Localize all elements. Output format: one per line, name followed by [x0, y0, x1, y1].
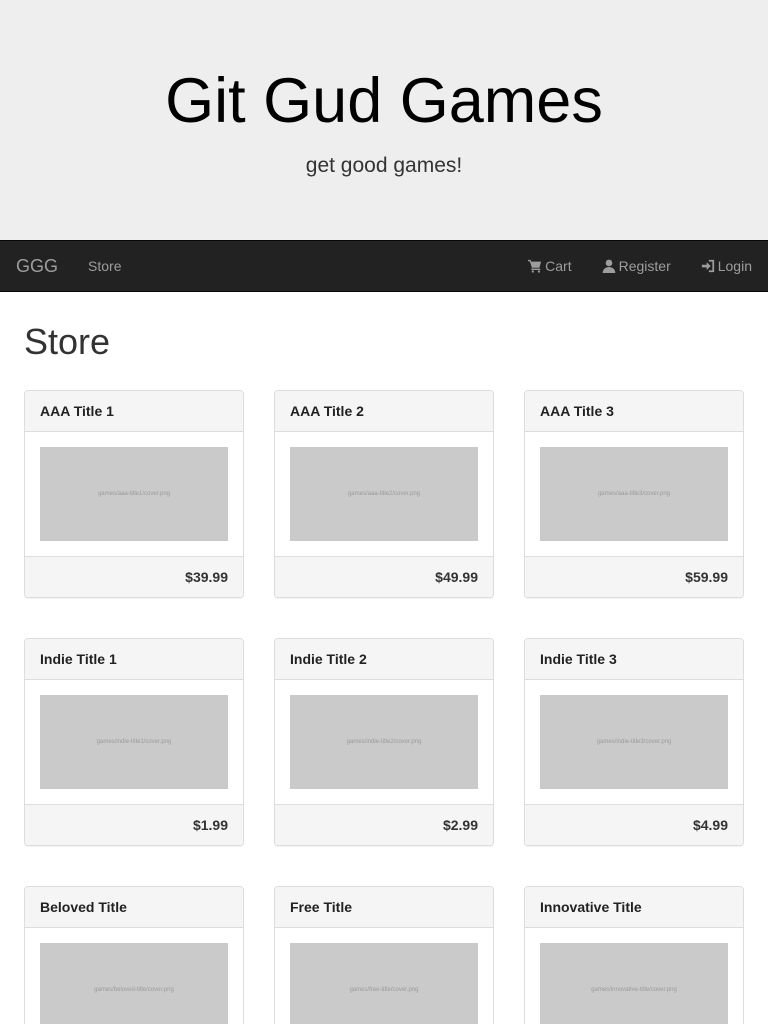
game-cover-image: games/aaa-title2/cover.png [290, 447, 478, 541]
game-title: Indie Title 2 [275, 639, 493, 680]
game-card[interactable]: Innovative Title games/innovative-title/… [524, 886, 744, 1024]
user-icon [602, 259, 616, 273]
main-content: Store AAA Title 1 games/aaa-title1/cover… [0, 324, 768, 1024]
game-cover-image: games/indie-title2/cover.png [290, 695, 478, 789]
navbar-right: Cart Register Login [528, 241, 752, 291]
nav-login-link[interactable]: Login [701, 241, 752, 291]
top-navbar: GGG Store Cart Register Login [0, 240, 768, 292]
site-title: Git Gud Games [165, 66, 603, 136]
game-title: AAA Title 3 [525, 391, 743, 432]
brand-link[interactable]: GGG [16, 256, 58, 277]
game-cover-image: games/aaa-title1/cover.png [40, 447, 228, 541]
game-title: Free Title [275, 887, 493, 928]
login-icon [701, 259, 715, 273]
game-card[interactable]: Beloved Title games/beloved-title/cover.… [24, 886, 244, 1024]
shopping-cart-icon [528, 259, 542, 273]
game-price: $1.99 [25, 804, 243, 845]
nav-register-label: Register [618, 258, 671, 274]
game-title: AAA Title 1 [25, 391, 243, 432]
game-card[interactable]: AAA Title 3 games/aaa-title3/cover.png $… [524, 390, 744, 598]
game-card[interactable]: Indie Title 1 games/indie-title1/cover.p… [24, 638, 244, 846]
game-price: $49.99 [275, 556, 493, 597]
game-title: AAA Title 2 [275, 391, 493, 432]
nav-cart-link[interactable]: Cart [528, 241, 572, 291]
game-grid: AAA Title 1 games/aaa-title1/cover.png $… [24, 390, 744, 1024]
nav-register-link[interactable]: Register [602, 241, 671, 291]
navbar-left: GGG Store [16, 241, 121, 291]
game-card[interactable]: Indie Title 3 games/indie-title3/cover.p… [524, 638, 744, 846]
game-price: $4.99 [525, 804, 743, 845]
game-cover-image: games/free-title/cover.png [290, 943, 478, 1024]
game-cover-image: games/innovative-title/cover.png [540, 943, 728, 1024]
site-tagline: get good games! [305, 154, 463, 177]
game-price: $2.99 [275, 804, 493, 845]
game-cover-image: games/indie-title3/cover.png [540, 695, 728, 789]
jumbotron-header: Git Gud Games get good games! [0, 0, 768, 240]
nav-login-label: Login [717, 258, 752, 274]
game-price: $39.99 [25, 556, 243, 597]
game-title: Beloved Title [25, 887, 243, 928]
game-title: Indie Title 3 [525, 639, 743, 680]
game-title: Innovative Title [525, 887, 743, 928]
game-cover-image: games/beloved-title/cover.png [40, 943, 228, 1024]
nav-store-link[interactable]: Store [88, 241, 121, 291]
game-cover-image: games/indie-title1/cover.png [40, 695, 228, 789]
game-card[interactable]: Free Title games/free-title/cover.png [274, 886, 494, 1024]
game-card[interactable]: AAA Title 2 games/aaa-title2/cover.png $… [274, 390, 494, 598]
game-price: $59.99 [525, 556, 743, 597]
page-title: Store [24, 321, 111, 362]
nav-cart-label: Cart [545, 258, 572, 274]
game-title: Indie Title 1 [25, 639, 243, 680]
game-card[interactable]: Indie Title 2 games/indie-title2/cover.p… [274, 638, 494, 846]
game-card[interactable]: AAA Title 1 games/aaa-title1/cover.png $… [24, 390, 244, 598]
game-cover-image: games/aaa-title3/cover.png [540, 447, 728, 541]
